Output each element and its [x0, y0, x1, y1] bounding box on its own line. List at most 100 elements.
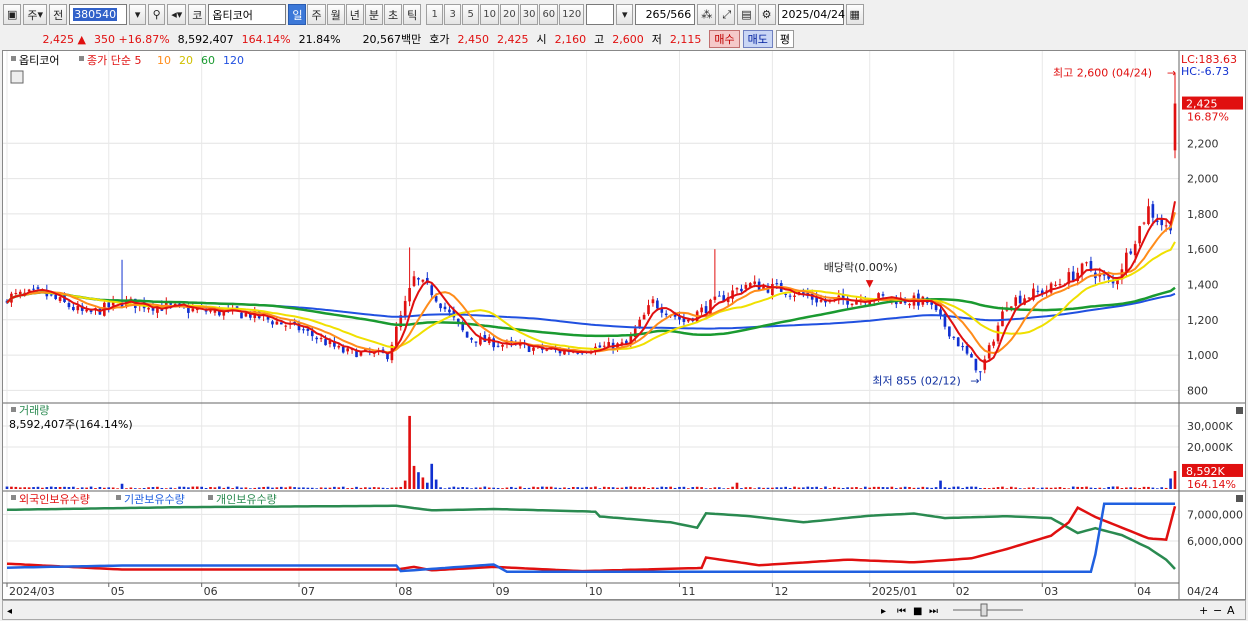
minute-dropdown-icon[interactable]: ▾: [616, 4, 634, 25]
window-icon[interactable]: ▣: [3, 4, 22, 25]
volume-bar: [979, 488, 982, 489]
volume-bar: [784, 486, 787, 489]
volume-bar: [45, 487, 49, 489]
first-icon[interactable]: ⏮: [897, 606, 906, 617]
volume-tick-label: 20,000K: [1187, 441, 1233, 454]
save-icon[interactable]: ▤: [737, 4, 756, 25]
code-dropdown-icon[interactable]: ▾: [129, 4, 147, 25]
scroll-right-icon[interactable]: ▸: [881, 606, 886, 617]
stop-icon[interactable]: ■: [913, 606, 922, 617]
minute-option-0[interactable]: 1: [426, 4, 444, 25]
volume-bar: [717, 487, 721, 489]
font-icon[interactable]: A: [1227, 604, 1235, 617]
candle-body: [187, 307, 190, 313]
volume-panel-close-icon[interactable]: [1236, 407, 1243, 414]
volume-bar: [1054, 487, 1057, 489]
price-tick-label: 1,400: [1187, 278, 1219, 291]
zoom-in-icon[interactable]: +: [1199, 604, 1208, 617]
volume-title: 거래량: [19, 404, 49, 417]
period-tab-4[interactable]: 분: [364, 4, 383, 25]
count-total: /566: [666, 8, 692, 21]
volume-bar: [1102, 488, 1106, 489]
minute-option-4[interactable]: 20: [499, 4, 519, 25]
search-icon[interactable]: ⚲: [148, 4, 166, 25]
volume-bar: [1040, 487, 1044, 489]
prev-button[interactable]: 전: [49, 4, 68, 25]
period-tab-0[interactable]: 일: [288, 4, 307, 25]
period-tab-5[interactable]: 초: [383, 4, 403, 25]
quote-bar: 2,425 ▲ 350 +16.87% 8,592,407 164.14% 21…: [0, 29, 1248, 49]
volume-bar: [797, 487, 801, 489]
chart-area[interactable]: 2,200 2,000 1,800 1,600 1,400 1,200 1,000 800 30…: [2, 50, 1246, 600]
volume-bar: [324, 487, 327, 489]
candle-body: [656, 300, 659, 309]
volume-bar: [501, 488, 504, 489]
expand-icon[interactable]: ⤢: [718, 4, 736, 25]
sell-button[interactable]: 매도: [742, 30, 773, 48]
period-tab-2[interactable]: 월: [326, 4, 345, 25]
volume-bar: [1080, 487, 1084, 489]
volume-bar: [899, 487, 903, 489]
last-icon[interactable]: ⏭: [929, 606, 938, 617]
volume-bar: [359, 487, 363, 489]
minute-option-1[interactable]: 3: [444, 4, 462, 25]
avg-button[interactable]: 평: [775, 30, 795, 48]
candle-body: [341, 346, 345, 353]
volume-bar: [209, 486, 212, 489]
volume-bar: [691, 487, 695, 489]
candle-body: [700, 307, 703, 313]
dividend-marker-icon: ▼: [866, 279, 874, 290]
grid-icon[interactable]: ⁂: [697, 4, 717, 25]
minute-option-2[interactable]: 5: [462, 4, 480, 25]
volume-bar: [585, 486, 588, 489]
buy-button[interactable]: 매수: [709, 30, 740, 48]
scroll-bar[interactable]: ◂ ▸ ⏮ ■ ⏭ + − A: [2, 600, 1246, 620]
candle-body: [1142, 222, 1146, 224]
minute-option-7[interactable]: 120: [559, 4, 585, 25]
volume-bar: [788, 488, 792, 489]
code-value: 380540: [73, 8, 118, 21]
code-input[interactable]: 380540: [69, 4, 128, 25]
holding-panel-close-icon[interactable]: [1236, 495, 1243, 502]
low-arrow-icon: →: [970, 375, 979, 388]
volume-bar: [173, 488, 177, 489]
volume-bar: [147, 487, 150, 489]
minute-option-5[interactable]: 30: [519, 4, 539, 25]
gear-icon[interactable]: ⚙: [757, 4, 776, 25]
period-tab-3[interactable]: 년: [345, 4, 364, 25]
candle-body: [979, 371, 982, 373]
volume-bar: [1058, 487, 1062, 489]
volume-bar: [744, 487, 748, 489]
high-label: 고: [594, 33, 605, 46]
calendar-icon[interactable]: ▦: [845, 4, 864, 25]
candle-body: [395, 326, 398, 346]
table-icon[interactable]: [10, 70, 24, 84]
speaker-icon[interactable]: ◂▾: [167, 4, 187, 25]
last-price-label: 2,425: [1186, 98, 1218, 111]
x-tick-label: 2024/03: [9, 585, 55, 598]
count-input[interactable]: 265/566: [635, 4, 696, 25]
volume-bar: [633, 487, 637, 489]
volume-panel: [5, 415, 1177, 489]
candle-body: [881, 294, 885, 296]
high-price: 2,600: [612, 32, 644, 46]
period-tab-1[interactable]: 주: [307, 4, 326, 25]
scroll-left-icon[interactable]: ◂: [7, 606, 12, 617]
date-input[interactable]: 2025/04/24: [777, 4, 845, 25]
volume-bar: [479, 487, 482, 489]
minute-option-6[interactable]: 60: [539, 4, 559, 25]
minute-option-3[interactable]: 10: [480, 4, 499, 25]
zoom-out-icon[interactable]: −: [1213, 604, 1222, 617]
candle-body: [279, 322, 283, 325]
volume-bar: [934, 487, 938, 489]
volume-bar: [72, 486, 75, 489]
volume-bar: [63, 486, 66, 489]
period-tab-6[interactable]: 틱: [403, 4, 422, 25]
volume-bar: [779, 487, 783, 489]
volume-bar: [833, 486, 836, 489]
holding-tick-label: 6,000,000: [1187, 535, 1243, 548]
candle-body: [1125, 252, 1128, 272]
minute-custom-input[interactable]: [586, 4, 615, 25]
market-type-select[interactable]: 주 ▾: [23, 4, 48, 25]
zoom-thumb[interactable]: [980, 603, 988, 617]
